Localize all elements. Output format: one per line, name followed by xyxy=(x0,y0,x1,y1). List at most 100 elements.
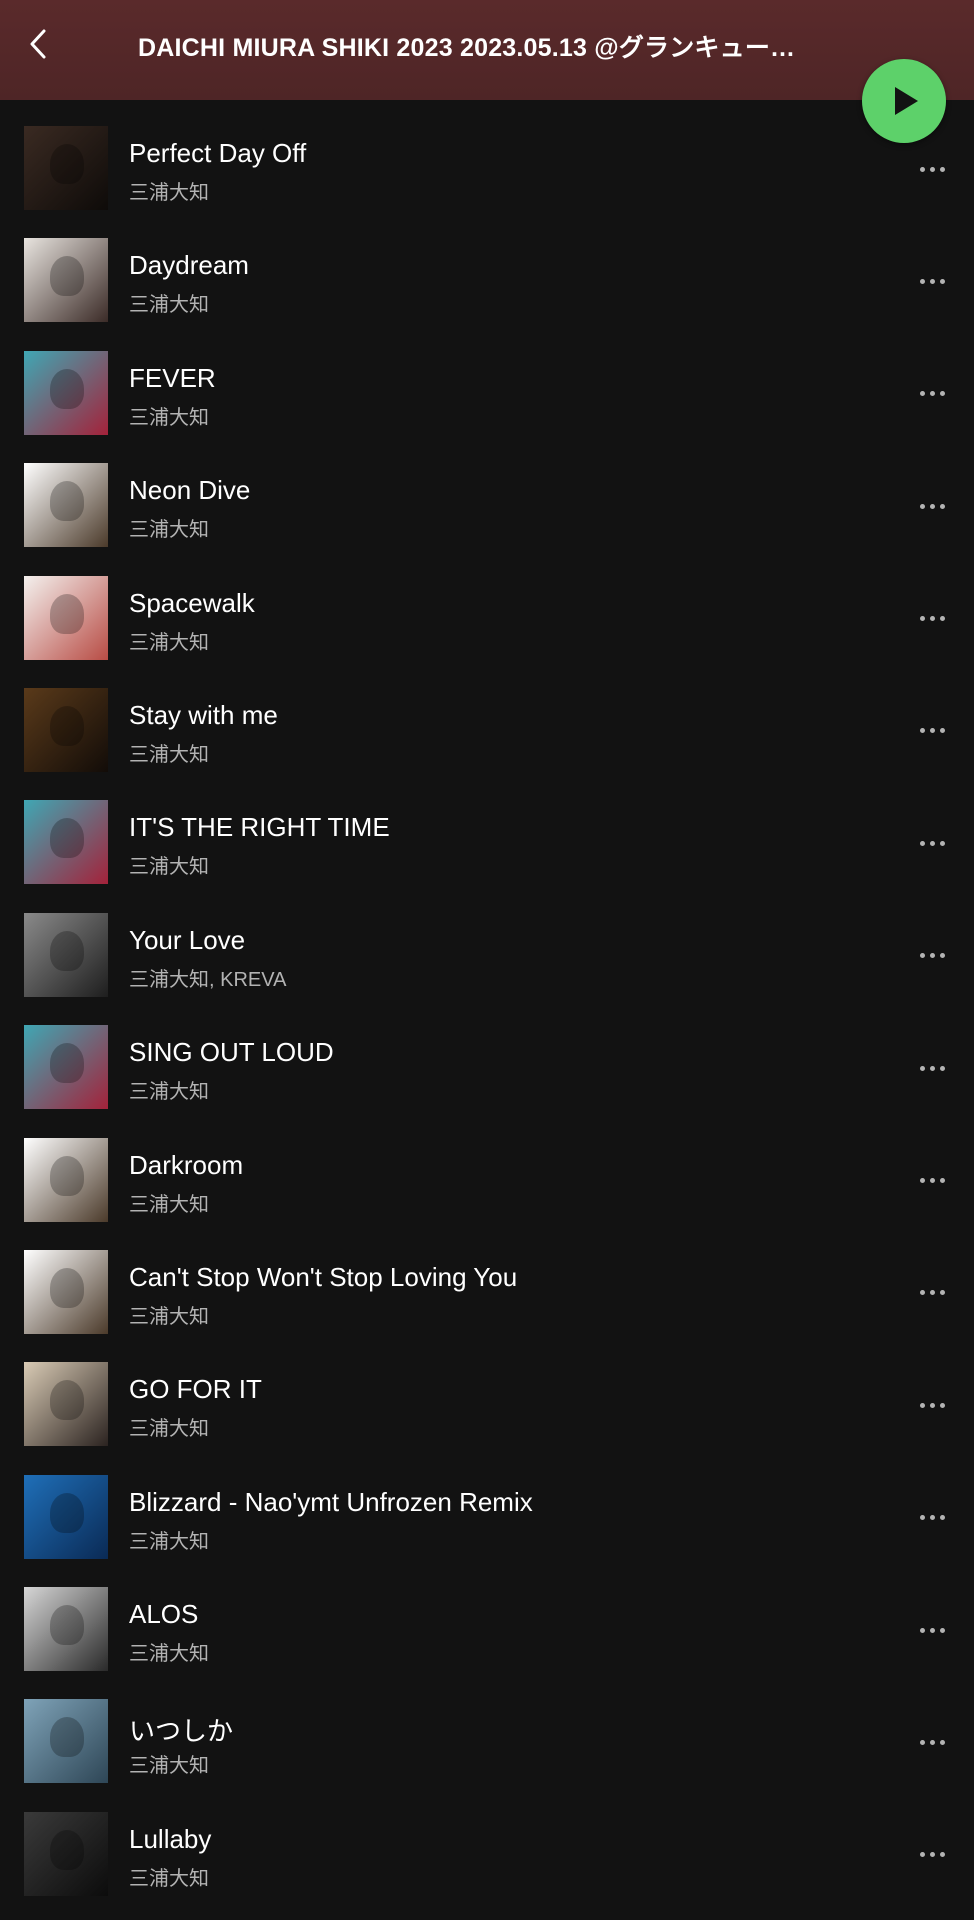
track-artist: 三浦大知 xyxy=(129,519,209,542)
album-cover-image xyxy=(24,126,108,210)
more-options-button[interactable] xyxy=(910,1503,954,1533)
more-options-button[interactable] xyxy=(910,604,954,634)
track-artist: 三浦大知 xyxy=(129,1530,209,1553)
more-options-button[interactable] xyxy=(910,491,954,521)
playlist-title: DAICHI MIURA SHIKI 2023 2023.05.13 @グランキ… xyxy=(138,34,796,62)
dot xyxy=(919,1739,925,1745)
back-button[interactable] xyxy=(18,22,58,66)
cover-figure xyxy=(50,593,84,634)
more-options-button[interactable] xyxy=(910,154,954,184)
dot xyxy=(919,503,925,509)
track-row[interactable]: ALOS 三浦大知 xyxy=(0,1575,974,1687)
dot xyxy=(919,1065,925,1071)
cover-figure xyxy=(50,930,84,971)
dot xyxy=(919,278,925,284)
dot xyxy=(929,1627,935,1633)
album-cover-image xyxy=(24,800,108,885)
track-row[interactable]: いつしか 三浦大知 xyxy=(0,1687,974,1799)
track-row[interactable]: Spacewalk 三浦大知 xyxy=(0,564,974,676)
track-row[interactable]: Stay with me 三浦大知 xyxy=(0,676,974,788)
more-options-button[interactable] xyxy=(910,1278,954,1308)
more-dots-icon xyxy=(919,1290,945,1296)
dot xyxy=(919,1178,925,1184)
cover-figure xyxy=(50,1492,84,1533)
track-row[interactable]: GO FOR IT 三浦大知 xyxy=(0,1350,974,1462)
track-row[interactable]: Blizzard - Nao'ymt Unfrozen Remix 三浦大知 xyxy=(0,1463,974,1575)
dot xyxy=(929,1739,935,1745)
track-artist: 三浦大知 xyxy=(129,1643,209,1666)
track-row[interactable]: IT'S THE RIGHT TIME 三浦大知 xyxy=(0,788,974,900)
track-row[interactable]: FEVER 三浦大知 xyxy=(0,339,974,451)
track-title: Can't Stop Won't Stop Loving You xyxy=(129,1261,518,1292)
more-dots-icon xyxy=(919,840,945,846)
more-dots-icon xyxy=(919,1739,945,1745)
more-options-button[interactable] xyxy=(910,266,954,296)
more-options-button[interactable] xyxy=(910,1166,954,1196)
dot xyxy=(939,953,945,959)
cover-figure xyxy=(50,1380,84,1421)
more-dots-icon xyxy=(919,391,945,397)
dot xyxy=(919,1627,925,1633)
dot xyxy=(939,1178,945,1184)
dot xyxy=(919,1515,925,1521)
album-cover-image xyxy=(24,912,108,997)
chevron-left-icon xyxy=(30,29,46,59)
cover-figure xyxy=(50,256,84,297)
dot xyxy=(939,1065,945,1071)
dot xyxy=(929,278,935,284)
dot xyxy=(929,391,935,397)
more-dots-icon xyxy=(919,1852,945,1858)
dot xyxy=(929,953,935,959)
dot xyxy=(939,278,945,284)
more-dots-icon xyxy=(919,503,945,509)
more-options-button[interactable] xyxy=(910,379,954,409)
more-options-button[interactable] xyxy=(910,1727,954,1757)
more-dots-icon xyxy=(919,1627,945,1633)
cover-figure xyxy=(50,144,84,184)
dot xyxy=(939,166,945,172)
more-options-button[interactable] xyxy=(910,941,954,971)
track-artist: 三浦大知 xyxy=(129,743,209,766)
more-options-button[interactable] xyxy=(910,1053,954,1083)
track-title: Blizzard - Nao'ymt Unfrozen Remix xyxy=(129,1486,533,1517)
dot xyxy=(939,503,945,509)
more-options-button[interactable] xyxy=(910,716,954,746)
dot xyxy=(939,728,945,734)
track-title: Perfect Day Off xyxy=(129,138,307,168)
dot xyxy=(939,840,945,846)
more-options-button[interactable] xyxy=(910,1840,954,1870)
cover-figure xyxy=(50,1043,84,1084)
dot xyxy=(929,1515,935,1521)
track-title: SING OUT LOUD xyxy=(129,1037,334,1068)
album-cover-image xyxy=(24,1249,108,1334)
more-dots-icon xyxy=(919,166,945,172)
track-title: IT'S THE RIGHT TIME xyxy=(129,812,390,843)
track-row[interactable]: Perfect Day Off 三浦大知 xyxy=(0,114,974,226)
track-row[interactable]: Daydream 三浦大知 xyxy=(0,226,974,338)
cover-figure xyxy=(50,481,84,522)
play-icon xyxy=(895,87,918,115)
track-row[interactable]: Can't Stop Won't Stop Loving You 三浦大知 xyxy=(0,1238,974,1350)
dot xyxy=(919,391,925,397)
more-dots-icon xyxy=(919,953,945,959)
play-button[interactable] xyxy=(862,59,946,143)
track-row[interactable]: SING OUT LOUD 三浦大知 xyxy=(0,1013,974,1125)
track-row[interactable]: Lullaby 三浦大知 xyxy=(0,1800,974,1912)
dot xyxy=(919,840,925,846)
track-row[interactable]: Darkroom 三浦大知 xyxy=(0,1126,974,1238)
cover-figure xyxy=(50,1155,84,1196)
dot xyxy=(939,1852,945,1858)
album-cover-image xyxy=(24,575,108,660)
album-cover-image xyxy=(24,463,108,548)
track-artist: 三浦大知 xyxy=(129,1193,209,1216)
dot xyxy=(939,1290,945,1296)
dot xyxy=(919,728,925,734)
cover-figure xyxy=(50,1267,84,1308)
track-row[interactable]: Neon Dive 三浦大知 xyxy=(0,451,974,563)
more-options-button[interactable] xyxy=(910,828,954,858)
more-dots-icon xyxy=(919,1515,945,1521)
track-row[interactable]: Your Love 三浦大知, KREVA xyxy=(0,901,974,1013)
more-options-button[interactable] xyxy=(910,1615,954,1645)
dot xyxy=(939,1627,945,1633)
more-options-button[interactable] xyxy=(910,1390,954,1420)
